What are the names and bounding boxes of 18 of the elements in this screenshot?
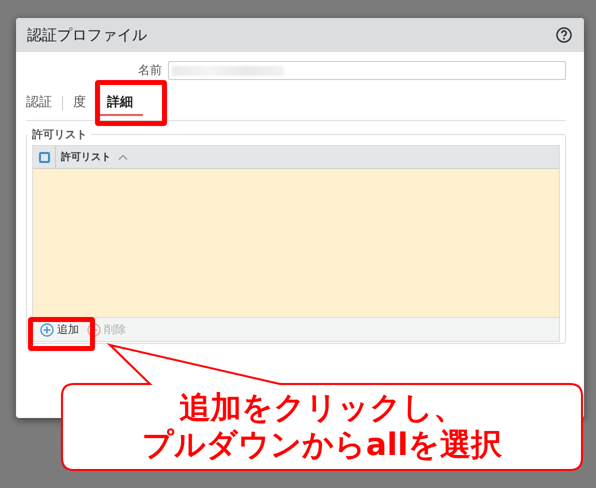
- help-icon[interactable]: [556, 27, 572, 43]
- column-header[interactable]: 許可リスト: [61, 150, 111, 164]
- tab[interactable]: 認証: [26, 90, 62, 116]
- callout-text: 追加をクリックし、: [180, 390, 464, 427]
- section-legend: 許可リスト: [28, 127, 91, 142]
- plus-circle-icon: [40, 322, 54, 336]
- tab[interactable]: 詳細: [97, 90, 143, 116]
- highlight-frame: [28, 317, 95, 351]
- minus-circle-icon: [87, 322, 101, 336]
- window-title: 認証プロファイル: [27, 26, 147, 44]
- sort-icon[interactable]: [118, 154, 128, 160]
- name-label: 名前: [138, 62, 162, 79]
- add-button[interactable]: 追加: [38, 322, 81, 337]
- callout-text: プルダウンからallを選択: [142, 427, 502, 464]
- tab[interactable]: 度: [63, 90, 96, 116]
- highlight-frame: [95, 80, 167, 126]
- name-field[interactable]: [168, 61, 566, 80]
- select-all-checkbox[interactable]: [38, 152, 50, 162]
